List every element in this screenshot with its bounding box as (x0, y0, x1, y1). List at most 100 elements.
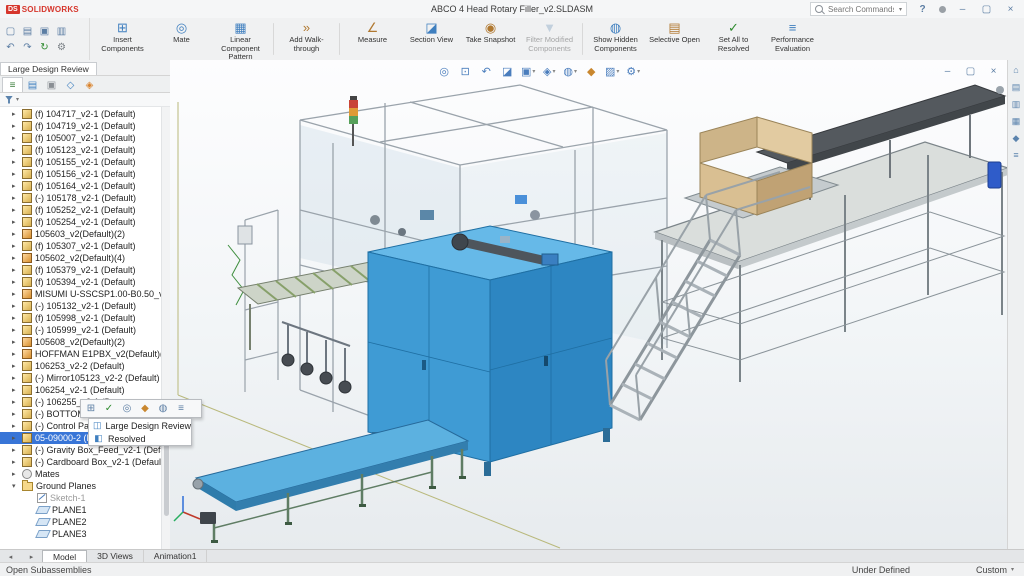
tree-item[interactable]: Ground Planes (0, 480, 170, 492)
tab-large-design-review[interactable]: Large Design Review (0, 62, 97, 75)
zoom-fit-icon[interactable] (437, 64, 451, 78)
tree-item[interactable]: PLANE3 (0, 528, 170, 540)
expand-arrow-icon[interactable] (12, 170, 19, 178)
ctx-open-icon[interactable] (83, 401, 99, 416)
graphics-viewport[interactable] (170, 60, 1008, 550)
design-library-icon[interactable] (1009, 80, 1023, 94)
tree-item[interactable]: (f) 105254_v2-1 (Default) (0, 216, 170, 228)
tree-item[interactable]: (-) Mirror105123_v2-2 (Default) (0, 372, 170, 384)
redo-icon[interactable] (20, 40, 35, 55)
tree-item[interactable]: (f) 105394_v2-1 (Default) (0, 276, 170, 288)
display-style-icon[interactable] (542, 64, 556, 78)
zoom-area-icon[interactable] (458, 64, 472, 78)
filter-funnel-icon[interactable] (5, 95, 13, 104)
expand-arrow-icon[interactable] (12, 158, 19, 166)
apply-scene-icon[interactable] (605, 64, 619, 78)
resources-icon[interactable] (1009, 63, 1023, 77)
ribbon-button[interactable]: Add Walk-through (277, 19, 336, 59)
expand-arrow-icon[interactable] (12, 338, 19, 346)
open-doc-icon[interactable] (20, 24, 35, 39)
tree-item[interactable]: (-) 105999_v2-1 (Default) (0, 324, 170, 336)
restore-icon[interactable] (963, 64, 978, 79)
tree-item[interactable]: (f) 105007_v2-1 (Default) (0, 132, 170, 144)
tree-item[interactable]: PLANE2 (0, 516, 170, 528)
view-orientation-icon[interactable] (521, 64, 535, 78)
expand-arrow-icon[interactable] (12, 134, 19, 142)
tree-item[interactable]: 105608_v2(Default)(2) (0, 336, 170, 348)
expand-arrow-icon[interactable] (12, 386, 19, 394)
view-palette-icon[interactable] (1009, 114, 1023, 128)
tree-item[interactable]: (f) 105379_v2-1 (Default) (0, 264, 170, 276)
configuration-selector[interactable]: Custom (976, 565, 1007, 575)
tree-item[interactable]: (f) 104717_v2-1 (Default) (0, 108, 170, 120)
minimize-icon[interactable] (955, 2, 970, 17)
print-icon[interactable] (54, 24, 69, 39)
ribbon-button[interactable]: Filter Modified Components (520, 19, 579, 59)
ctx-appearance-icon[interactable] (137, 401, 153, 416)
tree-item[interactable]: PLANE1 (0, 504, 170, 516)
new-doc-icon[interactable] (3, 24, 18, 39)
previous-view-icon[interactable] (479, 64, 493, 78)
ctx-hide-icon[interactable] (155, 401, 171, 416)
restore-icon[interactable] (979, 2, 994, 17)
options-icon[interactable] (54, 40, 69, 55)
expand-arrow-icon[interactable] (12, 362, 19, 370)
expand-arrow-icon[interactable] (12, 458, 19, 466)
tree-item[interactable]: (-) 105178_v2-1 (Default) (0, 192, 170, 204)
ribbon-button[interactable]: Show Hidden Components (586, 19, 645, 59)
expand-arrow-icon[interactable] (12, 242, 19, 250)
expand-arrow-icon[interactable] (12, 374, 19, 382)
expand-arrow-icon[interactable] (12, 470, 19, 478)
tree-item[interactable]: 105603_v2(Default)(2) (0, 228, 170, 240)
expand-arrow-icon[interactable] (12, 326, 19, 334)
file-explorer-icon[interactable] (1009, 97, 1023, 111)
expand-arrow-icon[interactable] (12, 398, 19, 406)
tree-item[interactable]: Sketch-1 (0, 492, 170, 504)
expand-arrow-icon[interactable] (12, 182, 19, 190)
view-settings-icon[interactable] (626, 64, 640, 78)
chevron-down-icon[interactable]: ▾ (1011, 566, 1014, 573)
custom-props-icon[interactable] (1009, 148, 1023, 162)
tree-item[interactable]: (f) 105155_v2-1 (Default) (0, 156, 170, 168)
context-menu-item[interactable]: Large Design Review (89, 419, 192, 432)
expand-arrow-icon[interactable] (12, 290, 19, 298)
ctx-list-icon[interactable] (173, 401, 189, 416)
document-tab[interactable]: 3D Views (87, 550, 144, 562)
expand-arrow-icon[interactable] (12, 122, 19, 130)
context-menu-item[interactable]: Resolved (89, 432, 191, 445)
expand-arrow-icon[interactable] (12, 410, 19, 418)
expand-arrow-icon[interactable] (12, 302, 19, 310)
expand-arrow-icon[interactable] (12, 350, 19, 358)
expand-arrow-icon[interactable] (12, 218, 19, 226)
search-input[interactable] (825, 3, 896, 15)
tree-item[interactable]: (f) 104719_v2-1 (Default) (0, 120, 170, 132)
minimize-icon[interactable] (940, 64, 955, 79)
ribbon-button[interactable]: Set All to Resolved (704, 19, 763, 59)
expand-arrow-icon[interactable] (12, 446, 19, 454)
ribbon-button[interactable]: Take Snapshot (461, 19, 520, 59)
ribbon-button[interactable]: Measure (343, 19, 402, 59)
ribbon-button[interactable]: Mate (152, 19, 211, 59)
tree-item[interactable]: (f) 105156_v2-1 (Default) (0, 168, 170, 180)
tree-item[interactable]: 105602_v2(Default)(4) (0, 252, 170, 264)
tree-item[interactable]: (f) 105307_v2-1 (Default) (0, 240, 170, 252)
expand-arrow-icon[interactable] (12, 422, 19, 430)
search-commands-box[interactable]: ▾ (809, 2, 907, 16)
save-icon[interactable] (37, 24, 52, 39)
ribbon-button[interactable] (273, 23, 274, 55)
expand-arrow-icon[interactable] (12, 194, 19, 202)
section-hud-icon[interactable] (500, 64, 514, 78)
expand-arrow-icon[interactable] (12, 254, 19, 262)
expand-arrow-icon[interactable] (12, 434, 19, 442)
close-icon[interactable] (1003, 2, 1018, 17)
tree-item[interactable]: (-) Cardboard Box_v2-1 (Default) (0, 456, 170, 468)
expand-arrow-icon[interactable] (12, 110, 19, 118)
tree-item[interactable]: (f) 105252_v2-1 (Default) (0, 204, 170, 216)
expand-arrow-icon[interactable] (12, 206, 19, 214)
ribbon-button[interactable]: Insert Components (93, 19, 152, 59)
ribbon-button[interactable] (339, 23, 340, 55)
expand-arrow-icon[interactable] (12, 482, 19, 490)
close-icon[interactable] (986, 64, 1001, 79)
help-icon[interactable] (915, 2, 930, 17)
user-icon[interactable] (939, 5, 946, 13)
